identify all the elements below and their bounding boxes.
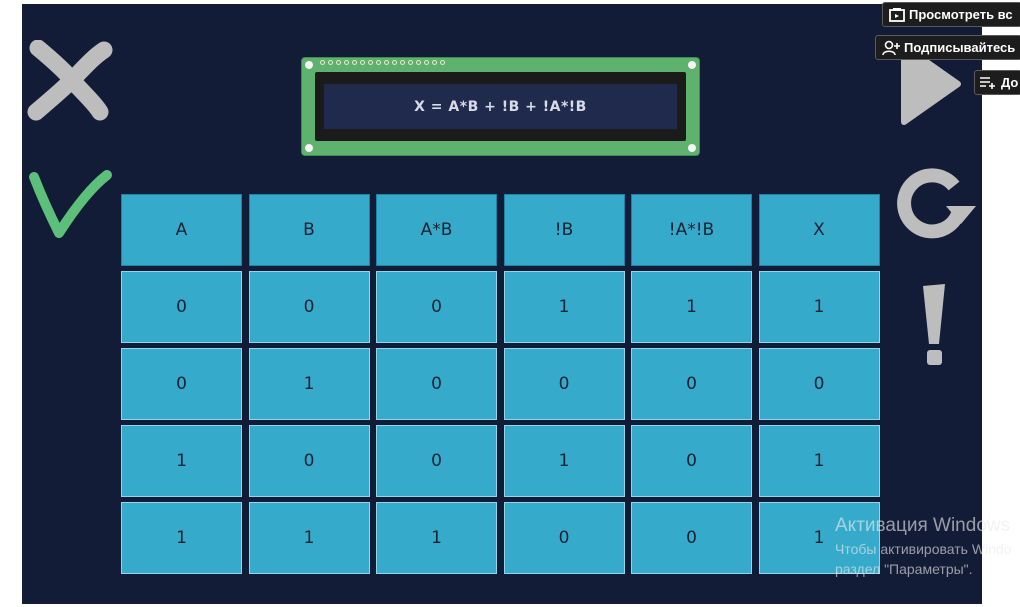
activation-watermark-title: Активация Windows	[835, 515, 1011, 536]
lcd-pin	[352, 60, 357, 65]
lcd-pin	[368, 60, 373, 65]
lcd-pin	[400, 60, 405, 65]
add-label: До	[1001, 75, 1019, 90]
truth-cell[interactable]: 1	[376, 502, 497, 574]
header-cell: !B	[503, 194, 625, 266]
watch-later-button[interactable]: Просмотреть вс	[882, 2, 1020, 27]
header-cell: !A*!B	[631, 194, 752, 266]
truth-cell[interactable]: 0	[631, 502, 752, 574]
lcd-pin	[336, 60, 341, 65]
hint-button[interactable]	[920, 282, 948, 372]
restart-icon	[897, 168, 976, 239]
truth-cell[interactable]: 1	[758, 271, 880, 343]
lcd-pin	[432, 60, 437, 65]
restart-button[interactable]	[888, 164, 978, 248]
header-cell: A	[121, 194, 242, 266]
truth-cell[interactable]: 1	[631, 271, 752, 343]
truth-cell[interactable]: 1	[121, 502, 242, 574]
watch-icon	[889, 7, 905, 22]
truth-table: A B A*B !B !A*!B X 0 0 0 1 1 1 0 1 0 0 0 0 1 0 0 1 0 1 1 1 1 0 0 1	[121, 194, 880, 574]
truth-cell[interactable]: 1	[121, 425, 242, 497]
activation-watermark-line: Чтобы активировать Windo	[835, 541, 1012, 557]
mount-hole	[688, 144, 696, 152]
check-icon	[29, 170, 112, 238]
watch-label: Просмотреть вс	[909, 7, 1013, 22]
check-button[interactable]	[27, 167, 115, 245]
activation-watermark-line: раздел "Параметры".	[835, 561, 973, 577]
truth-cell[interactable]: 1	[758, 425, 880, 497]
truth-cell[interactable]: 0	[376, 271, 497, 343]
truth-cell[interactable]: 0	[248, 271, 370, 343]
mount-hole	[688, 61, 696, 69]
truth-cell[interactable]: 0	[121, 271, 242, 343]
playlist-add-icon	[980, 76, 995, 89]
header-cell: A*B	[376, 194, 497, 266]
lcd-pin	[440, 60, 445, 65]
lcd-bezel: X = A*B + !B + !A*!B	[315, 72, 686, 141]
expression-text: X = A*B + !B + !A*!B	[414, 98, 587, 115]
truth-cell[interactable]: 0	[631, 348, 752, 420]
game-area: X = A*B + !B + !A*!B A B A*B !B !A*!B X 0 0 0 1 1 1…	[22, 4, 982, 604]
lcd-pin	[328, 60, 333, 65]
truth-cell[interactable]: 0	[376, 425, 497, 497]
truth-cell[interactable]: 1	[248, 348, 370, 420]
add-to-playlist-button[interactable]: До	[974, 70, 1020, 95]
truth-cell[interactable]: 0	[376, 348, 497, 420]
truth-cell[interactable]: 1	[503, 271, 625, 343]
exclamation-icon	[923, 284, 945, 365]
lcd-pin	[376, 60, 381, 65]
truth-cell[interactable]: 0	[248, 425, 370, 497]
subscribe-icon	[882, 40, 900, 55]
lcd-pin	[416, 60, 421, 65]
truth-cell[interactable]: 1	[248, 502, 370, 574]
header-cell: X	[758, 194, 880, 266]
lcd-display: X = A*B + !B + !A*!B	[301, 57, 700, 156]
lcd-screen: X = A*B + !B + !A*!B	[324, 84, 677, 129]
subscribe-label: Подписывайтесь	[904, 40, 1016, 55]
truth-cell[interactable]: 1	[503, 425, 625, 497]
lcd-pin	[408, 60, 413, 65]
mount-hole	[305, 144, 313, 152]
subscribe-button[interactable]: Подписывайтесь	[875, 35, 1020, 60]
lcd-pin	[424, 60, 429, 65]
lcd-pin-header	[320, 60, 445, 65]
lcd-pin	[344, 60, 349, 65]
lcd-pin	[384, 60, 389, 65]
truth-cell[interactable]: 0	[503, 502, 625, 574]
mount-hole	[305, 61, 313, 69]
truth-cell[interactable]: 0	[758, 348, 880, 420]
truth-cell[interactable]: 0	[121, 348, 242, 420]
lcd-pin	[360, 60, 365, 65]
truth-cell[interactable]: 0	[503, 348, 625, 420]
close-icon	[27, 39, 113, 121]
lcd-pin	[320, 60, 325, 65]
lcd-pin	[392, 60, 397, 65]
truth-cell[interactable]: 0	[631, 425, 752, 497]
header-cell: B	[248, 194, 370, 266]
close-button[interactable]	[26, 39, 114, 126]
